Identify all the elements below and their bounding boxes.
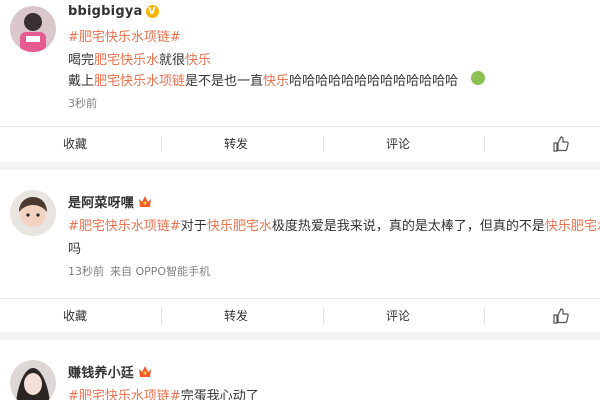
- post-time[interactable]: 3秒前: [68, 97, 97, 110]
- user-name[interactable]: 是阿菜呀嘿: [68, 192, 152, 211]
- post-card: 赚钱养小廷 #肥宅快乐水项链#完蛋我心动了: [0, 340, 600, 400]
- post-line: 喝完肥宅快乐水就很快乐: [68, 49, 211, 68]
- comment-button[interactable]: 评论: [323, 299, 473, 333]
- thumbs-up-icon[interactable]: [553, 136, 569, 152]
- user-name-text[interactable]: 是阿菜呀嘿: [68, 196, 134, 211]
- post-text: 吗: [68, 242, 82, 257]
- avatar[interactable]: [10, 360, 56, 400]
- topic-hashtag-link[interactable]: #肥宅快乐水项链#: [68, 219, 181, 234]
- post-meta: 3秒前: [68, 95, 97, 111]
- thumbs-up-icon[interactable]: [553, 308, 569, 324]
- post-text: 对于: [180, 219, 207, 234]
- post-line: #肥宅快乐水项链#对于快乐肥宅水极度热爱是我来说，真的是太棒了，但真的不是快乐肥…: [68, 215, 600, 234]
- avatar[interactable]: [10, 190, 56, 236]
- avatar[interactable]: [10, 6, 56, 52]
- post-text: 是不是也一直: [185, 74, 264, 89]
- keyword-highlight: 肥宅快乐水项链: [94, 74, 186, 89]
- post-line: #肥宅快乐水项链#完蛋我心动了: [68, 385, 259, 400]
- divider: [484, 136, 485, 152]
- post-line: #肥宅快乐水项链#: [68, 26, 181, 45]
- post-meta: 13秒前 来自 OPPO智能手机: [68, 263, 210, 279]
- post-line: 戴上肥宅快乐水项链是不是也一直快乐哈哈哈哈哈哈哈哈哈哈哈哈哈: [68, 70, 458, 89]
- keyword-highlight: 快乐肥宅水: [544, 219, 600, 234]
- action-bar: 收藏 转发 评论: [0, 126, 600, 160]
- keyword-highlight: 肥宅快乐水: [94, 53, 160, 68]
- crown-icon: [139, 196, 152, 207]
- keyword-highlight: 快乐: [185, 53, 212, 68]
- avatar-image: [10, 190, 56, 236]
- user-name-text[interactable]: bbigbigya: [68, 4, 143, 19]
- comment-button[interactable]: 评论: [323, 127, 473, 161]
- green-face-emoji-icon: [471, 71, 485, 85]
- post-card: 是阿菜呀嘿 #肥宅快乐水项链#对于快乐肥宅水极度热爱是我来说，真的是太棒了，但真…: [0, 170, 600, 332]
- topic-hashtag-link[interactable]: #肥宅快乐水项链#: [68, 389, 181, 400]
- avatar-image: [10, 360, 56, 400]
- post-text: 喝完: [68, 53, 95, 68]
- post-text: 戴上: [68, 74, 95, 89]
- user-name-text[interactable]: 赚钱养小廷: [68, 366, 134, 381]
- post-text: 极度热爱是我来说，真的是太棒了，但真的不是: [271, 219, 545, 234]
- divider: [484, 308, 485, 324]
- topic-hashtag-link[interactable]: #肥宅快乐水项链#: [68, 30, 181, 45]
- post-source[interactable]: 来自 OPPO智能手机: [110, 265, 210, 278]
- repost-button[interactable]: 转发: [161, 127, 311, 161]
- keyword-highlight: 快乐: [263, 74, 290, 89]
- collect-button[interactable]: 收藏: [0, 299, 150, 333]
- post-text: 就很: [159, 53, 186, 68]
- user-name[interactable]: bbigbigya V: [68, 4, 159, 19]
- avatar-image: [10, 6, 56, 52]
- post-text: 完蛋我心动了: [180, 389, 259, 400]
- verified-icon: V: [145, 5, 159, 18]
- collect-button[interactable]: 收藏: [0, 127, 150, 161]
- crown-icon: [139, 366, 152, 377]
- keyword-highlight: 快乐肥宅水: [206, 219, 272, 234]
- user-name[interactable]: 赚钱养小廷: [68, 362, 152, 381]
- action-bar: 收藏 转发 评论: [0, 298, 600, 332]
- post-time[interactable]: 13秒前: [68, 265, 104, 278]
- repost-button[interactable]: 转发: [161, 299, 311, 333]
- post-text: 哈哈哈哈哈哈哈哈哈哈哈哈哈: [289, 74, 459, 89]
- post-line: 吗: [68, 238, 81, 257]
- post-card: bbigbigya V #肥宅快乐水项链# 喝完肥宅快乐水就很快乐 戴上肥宅快乐水…: [0, 0, 600, 162]
